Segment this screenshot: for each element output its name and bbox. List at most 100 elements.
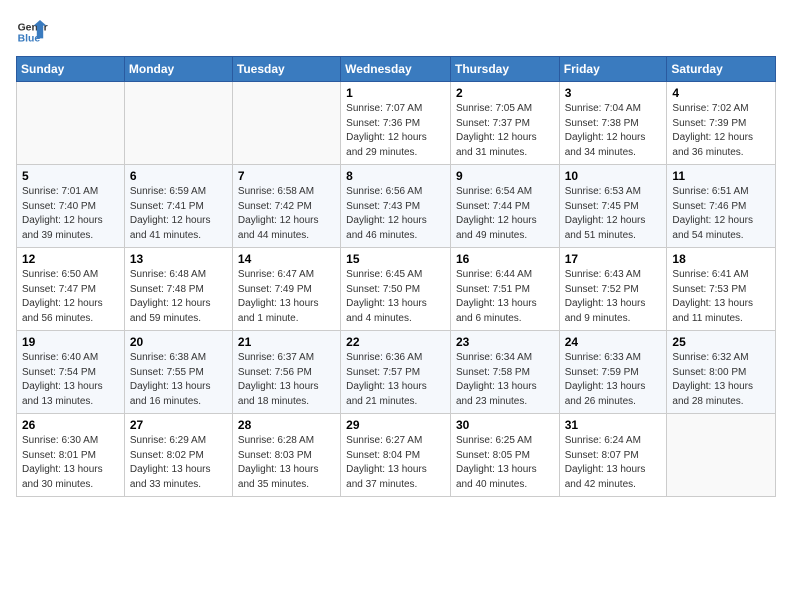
- col-header-tuesday: Tuesday: [232, 57, 340, 82]
- day-detail: Sunrise: 6:50 AM Sunset: 7:47 PM Dayligh…: [22, 268, 119, 326]
- day-number: 10: [565, 169, 662, 183]
- day-detail: Sunrise: 6:48 AM Sunset: 7:48 PM Dayligh…: [130, 268, 227, 326]
- calendar-cell: 11 Sunrise: 6:51 AM Sunset: 7:46 PM Dayli…: [667, 165, 776, 248]
- day-number: 8: [346, 169, 445, 183]
- calendar-cell: 27 Sunrise: 6:29 AM Sunset: 8:02 PM Dayli…: [124, 414, 232, 497]
- calendar-cell: 5 Sunrise: 7:01 AM Sunset: 7:40 PM Daylig…: [17, 165, 125, 248]
- calendar-cell: 7 Sunrise: 6:58 AM Sunset: 7:42 PM Daylig…: [232, 165, 340, 248]
- day-number: 3: [565, 86, 662, 100]
- day-detail: Sunrise: 7:05 AM Sunset: 7:37 PM Dayligh…: [456, 102, 554, 160]
- day-number: 16: [456, 252, 554, 266]
- day-detail: Sunrise: 6:45 AM Sunset: 7:50 PM Dayligh…: [346, 268, 445, 326]
- calendar-cell: 14Sunrise: 6:47 AM Sunset: 7:49 PM Dayli…: [232, 248, 340, 331]
- calendar-cell: 18Sunrise: 6:41 AM Sunset: 7:53 PM Dayli…: [667, 248, 776, 331]
- day-number: 13: [130, 252, 227, 266]
- day-detail: Sunrise: 6:38 AM Sunset: 7:55 PM Dayligh…: [130, 351, 227, 409]
- day-detail: Sunrise: 6:37 AM Sunset: 7:56 PM Dayligh…: [238, 351, 335, 409]
- calendar-cell: 20 Sunrise: 6:38 AM Sunset: 7:55 PM Dayli…: [124, 331, 232, 414]
- logo-icon: General Blue: [16, 16, 48, 48]
- day-number: 30: [456, 418, 554, 432]
- calendar-cell: 31 Sunrise: 6:24 AM Sunset: 8:07 PM Dayli…: [559, 414, 667, 497]
- day-detail: Sunrise: 6:53 AM Sunset: 7:45 PM Dayligh…: [565, 185, 662, 243]
- day-number: 4: [672, 86, 770, 100]
- day-number: 28: [238, 418, 335, 432]
- col-header-sunday: Sunday: [17, 57, 125, 82]
- day-number: 1: [346, 86, 445, 100]
- day-detail: Sunrise: 6:44 AM Sunset: 7:51 PM Dayligh…: [456, 268, 554, 326]
- calendar-cell: 15 Sunrise: 6:45 AM Sunset: 7:50 PM Dayli…: [341, 248, 451, 331]
- day-number: 14: [238, 252, 335, 266]
- calendar-cell: 19 Sunrise: 6:40 AM Sunset: 7:54 PM Dayli…: [17, 331, 125, 414]
- day-number: 31: [565, 418, 662, 432]
- day-detail: Sunrise: 6:27 AM Sunset: 8:04 PM Dayligh…: [346, 434, 445, 492]
- day-number: 11: [672, 169, 770, 183]
- day-number: 19: [22, 335, 119, 349]
- day-number: 26: [22, 418, 119, 432]
- calendar-cell: 13 Sunrise: 6:48 AM Sunset: 7:48 PM Dayli…: [124, 248, 232, 331]
- page-header: General Blue: [16, 16, 776, 48]
- col-header-wednesday: Wednesday: [341, 57, 451, 82]
- day-detail: Sunrise: 6:51 AM Sunset: 7:46 PM Dayligh…: [672, 185, 770, 243]
- calendar-cell: 1 Sunrise: 7:07 AM Sunset: 7:36 PM Daylig…: [341, 82, 451, 165]
- calendar-cell: 23 Sunrise: 6:34 AM Sunset: 7:58 PM Dayli…: [450, 331, 559, 414]
- calendar-cell: 3 Sunrise: 7:04 AM Sunset: 7:38 PM Daylig…: [559, 82, 667, 165]
- calendar-cell: 26 Sunrise: 6:30 AM Sunset: 8:01 PM Dayli…: [17, 414, 125, 497]
- day-detail: Sunrise: 6:30 AM Sunset: 8:01 PM Dayligh…: [22, 434, 119, 492]
- calendar-cell: 28 Sunrise: 6:28 AM Sunset: 8:03 PM Dayli…: [232, 414, 340, 497]
- calendar-cell: 30 Sunrise: 6:25 AM Sunset: 8:05 PM Dayli…: [450, 414, 559, 497]
- day-number: 5: [22, 169, 119, 183]
- day-number: 6: [130, 169, 227, 183]
- day-detail: Sunrise: 6:58 AM Sunset: 7:42 PM Dayligh…: [238, 185, 335, 243]
- day-number: 25: [672, 335, 770, 349]
- day-detail: Sunrise: 6:56 AM Sunset: 7:43 PM Dayligh…: [346, 185, 445, 243]
- calendar-cell: 2 Sunrise: 7:05 AM Sunset: 7:37 PM Daylig…: [450, 82, 559, 165]
- day-detail: Sunrise: 6:25 AM Sunset: 8:05 PM Dayligh…: [456, 434, 554, 492]
- day-detail: Sunrise: 6:29 AM Sunset: 8:02 PM Dayligh…: [130, 434, 227, 492]
- col-header-saturday: Saturday: [667, 57, 776, 82]
- day-detail: Sunrise: 7:02 AM Sunset: 7:39 PM Dayligh…: [672, 102, 770, 160]
- day-detail: Sunrise: 6:59 AM Sunset: 7:41 PM Dayligh…: [130, 185, 227, 243]
- day-detail: Sunrise: 6:43 AM Sunset: 7:52 PM Dayligh…: [565, 268, 662, 326]
- calendar-cell: 21 Sunrise: 6:37 AM Sunset: 7:56 PM Dayli…: [232, 331, 340, 414]
- calendar-table: SundayMondayTuesdayWednesdayThursdayFrid…: [16, 56, 776, 497]
- day-number: 2: [456, 86, 554, 100]
- calendar-cell: [17, 82, 125, 165]
- day-number: 12: [22, 252, 119, 266]
- day-detail: Sunrise: 6:24 AM Sunset: 8:07 PM Dayligh…: [565, 434, 662, 492]
- day-detail: Sunrise: 7:07 AM Sunset: 7:36 PM Dayligh…: [346, 102, 445, 160]
- calendar-cell: [124, 82, 232, 165]
- day-number: 21: [238, 335, 335, 349]
- calendar-cell: 29 Sunrise: 6:27 AM Sunset: 8:04 PM Dayli…: [341, 414, 451, 497]
- calendar-cell: 16 Sunrise: 6:44 AM Sunset: 7:51 PM Dayli…: [450, 248, 559, 331]
- col-header-monday: Monday: [124, 57, 232, 82]
- calendar-cell: 10 Sunrise: 6:53 AM Sunset: 7:45 PM Dayli…: [559, 165, 667, 248]
- day-number: 15: [346, 252, 445, 266]
- day-detail: Sunrise: 6:28 AM Sunset: 8:03 PM Dayligh…: [238, 434, 335, 492]
- day-number: 17: [565, 252, 662, 266]
- calendar-cell: 6 Sunrise: 6:59 AM Sunset: 7:41 PM Daylig…: [124, 165, 232, 248]
- calendar-cell: 12 Sunrise: 6:50 AM Sunset: 7:47 PM Dayli…: [17, 248, 125, 331]
- calendar-cell: [667, 414, 776, 497]
- day-detail: Sunrise: 7:01 AM Sunset: 7:40 PM Dayligh…: [22, 185, 119, 243]
- day-number: 29: [346, 418, 445, 432]
- logo: General Blue: [16, 16, 48, 48]
- day-number: 27: [130, 418, 227, 432]
- day-number: 23: [456, 335, 554, 349]
- day-detail: Sunrise: 7:04 AM Sunset: 7:38 PM Dayligh…: [565, 102, 662, 160]
- calendar-cell: 22 Sunrise: 6:36 AM Sunset: 7:57 PM Dayli…: [341, 331, 451, 414]
- day-detail: Sunrise: 6:54 AM Sunset: 7:44 PM Dayligh…: [456, 185, 554, 243]
- day-detail: Sunrise: 6:40 AM Sunset: 7:54 PM Dayligh…: [22, 351, 119, 409]
- day-detail: Sunrise: 6:41 AM Sunset: 7:53 PM Dayligh…: [672, 268, 770, 326]
- day-number: 24: [565, 335, 662, 349]
- day-detail: Sunrise: 6:32 AM Sunset: 8:00 PM Dayligh…: [672, 351, 770, 409]
- col-header-friday: Friday: [559, 57, 667, 82]
- day-number: 9: [456, 169, 554, 183]
- day-detail: Sunrise: 6:34 AM Sunset: 7:58 PM Dayligh…: [456, 351, 554, 409]
- day-number: 20: [130, 335, 227, 349]
- calendar-cell: 8 Sunrise: 6:56 AM Sunset: 7:43 PM Daylig…: [341, 165, 451, 248]
- day-number: 22: [346, 335, 445, 349]
- day-detail: Sunrise: 6:36 AM Sunset: 7:57 PM Dayligh…: [346, 351, 445, 409]
- day-number: 7: [238, 169, 335, 183]
- calendar-cell: 25 Sunrise: 6:32 AM Sunset: 8:00 PM Dayli…: [667, 331, 776, 414]
- calendar-cell: 4 Sunrise: 7:02 AM Sunset: 7:39 PM Daylig…: [667, 82, 776, 165]
